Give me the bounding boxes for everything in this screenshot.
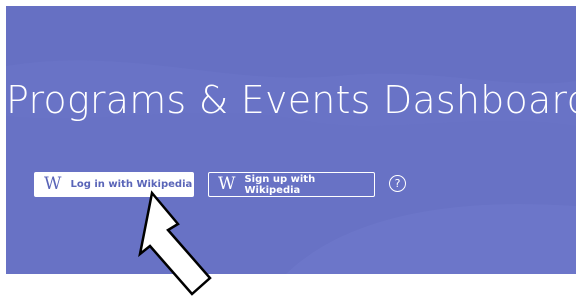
signup-button-label: Sign up with Wikipedia xyxy=(244,173,316,196)
arrow-shape xyxy=(138,190,212,296)
page-title: Programs & Events Dashboard xyxy=(6,78,576,122)
wikipedia-w-icon: W xyxy=(44,174,62,194)
hero-background-waves xyxy=(6,6,576,274)
help-question-icon[interactable]: ? xyxy=(389,175,406,192)
hero-banner: Programs & Events Dashboard xyxy=(6,6,576,274)
arrow-annotation-icon xyxy=(138,190,212,296)
login-button-label: Log in with Wikipedia xyxy=(70,179,193,190)
